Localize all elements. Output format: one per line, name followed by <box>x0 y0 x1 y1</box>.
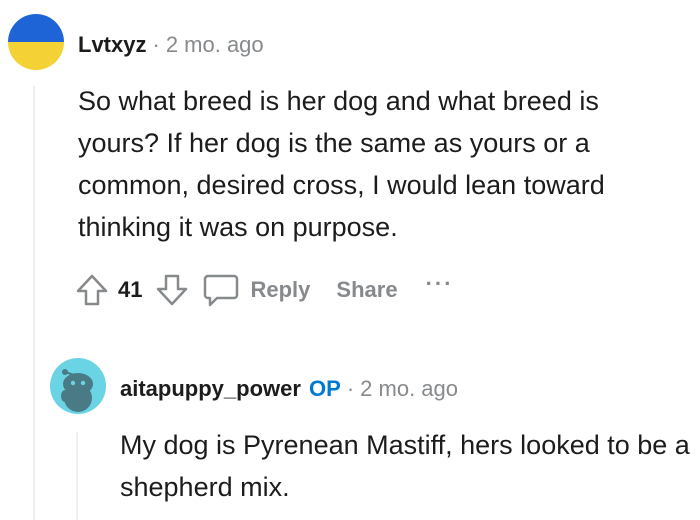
avatar[interactable] <box>8 14 64 70</box>
reply-body: My dog is Pyrenean Mastiff, hers looked … <box>120 430 690 502</box>
comment-timestamp[interactable]: 2 mo. ago <box>166 32 264 57</box>
reply-button[interactable]: Reply <box>202 272 310 308</box>
arrow-down-icon[interactable] <box>154 272 190 308</box>
reply-timestamp[interactable]: 2 mo. ago <box>360 376 458 401</box>
comment-body: So what breed is her dog and what breed … <box>78 86 605 242</box>
comment-actions: 41 Reply Share ··· <box>74 268 454 312</box>
separator-dot: · <box>346 376 355 401</box>
arrow-up-icon[interactable] <box>74 272 110 308</box>
speech-bubble-icon <box>202 272 240 308</box>
thread-line[interactable] <box>76 432 78 520</box>
separator-dot: · <box>152 32 160 57</box>
share-button[interactable]: Share <box>336 277 397 303</box>
reply-meta: aitapuppy_power OP · 2 mo. ago <box>120 376 458 402</box>
vote-count: 41 <box>118 277 143 302</box>
snoo-icon <box>61 369 93 412</box>
reply-author[interactable]: aitapuppy_power <box>120 376 301 401</box>
reply-label: Reply <box>250 277 311 302</box>
more-options-button[interactable]: ··· <box>426 271 454 297</box>
comment-author[interactable]: Lvtxyz <box>78 32 146 57</box>
comment-meta: Lvtxyz · 2 mo. ago <box>78 32 264 58</box>
op-badge: OP <box>309 376 341 401</box>
avatar[interactable] <box>50 358 106 414</box>
thread-line[interactable] <box>33 86 35 520</box>
